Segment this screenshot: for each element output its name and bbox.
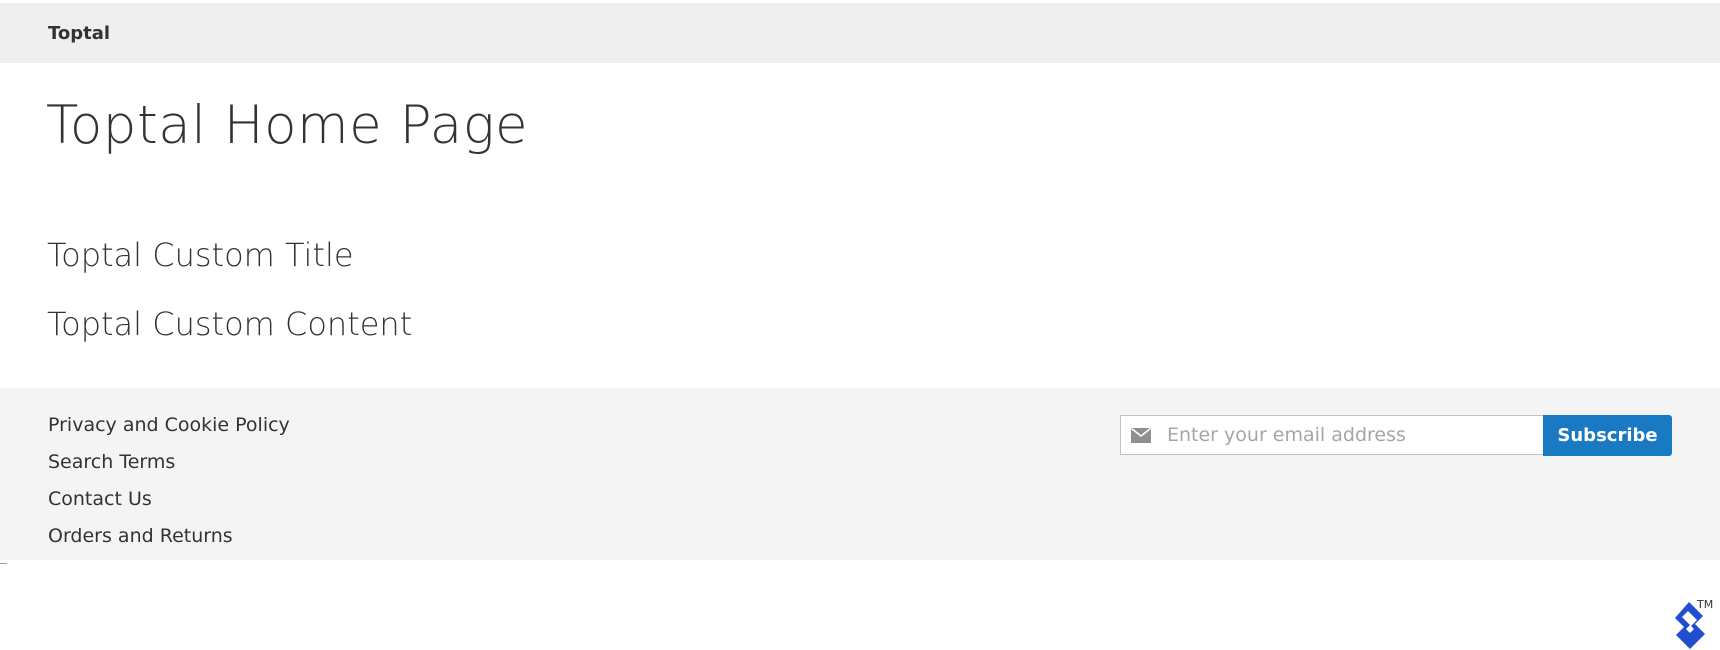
- search-terms-link[interactable]: Search Terms: [48, 451, 175, 473]
- privacy-cookie-policy-link[interactable]: Privacy and Cookie Policy: [48, 414, 290, 436]
- page-title: Toptal Home Page: [46, 95, 529, 156]
- footer-link-item: Search Terms: [48, 451, 290, 488]
- page-footer: Privacy and Cookie Policy Search Terms C…: [0, 388, 1720, 560]
- corner-divider: [0, 563, 7, 564]
- custom-content: Toptal Custom Content: [47, 305, 413, 343]
- envelope-icon: [1131, 428, 1151, 443]
- breadcrumb-bar: Toptal: [0, 3, 1720, 63]
- breadcrumb-store-name[interactable]: Toptal: [48, 23, 110, 44]
- newsletter-email-input[interactable]: [1167, 416, 1537, 454]
- footer-link-item: Orders and Returns: [48, 525, 290, 562]
- custom-title: Toptal Custom Title: [47, 236, 354, 274]
- newsletter-field: [1120, 415, 1544, 455]
- orders-returns-link[interactable]: Orders and Returns: [48, 525, 233, 547]
- footer-link-item: Privacy and Cookie Policy: [48, 414, 290, 451]
- subscribe-button[interactable]: Subscribe: [1543, 415, 1672, 456]
- contact-us-link[interactable]: Contact Us: [48, 488, 152, 510]
- footer-link-item: Contact Us: [48, 488, 290, 525]
- footer-links: Privacy and Cookie Policy Search Terms C…: [48, 414, 290, 562]
- trademark-mark: TM: [1697, 598, 1714, 611]
